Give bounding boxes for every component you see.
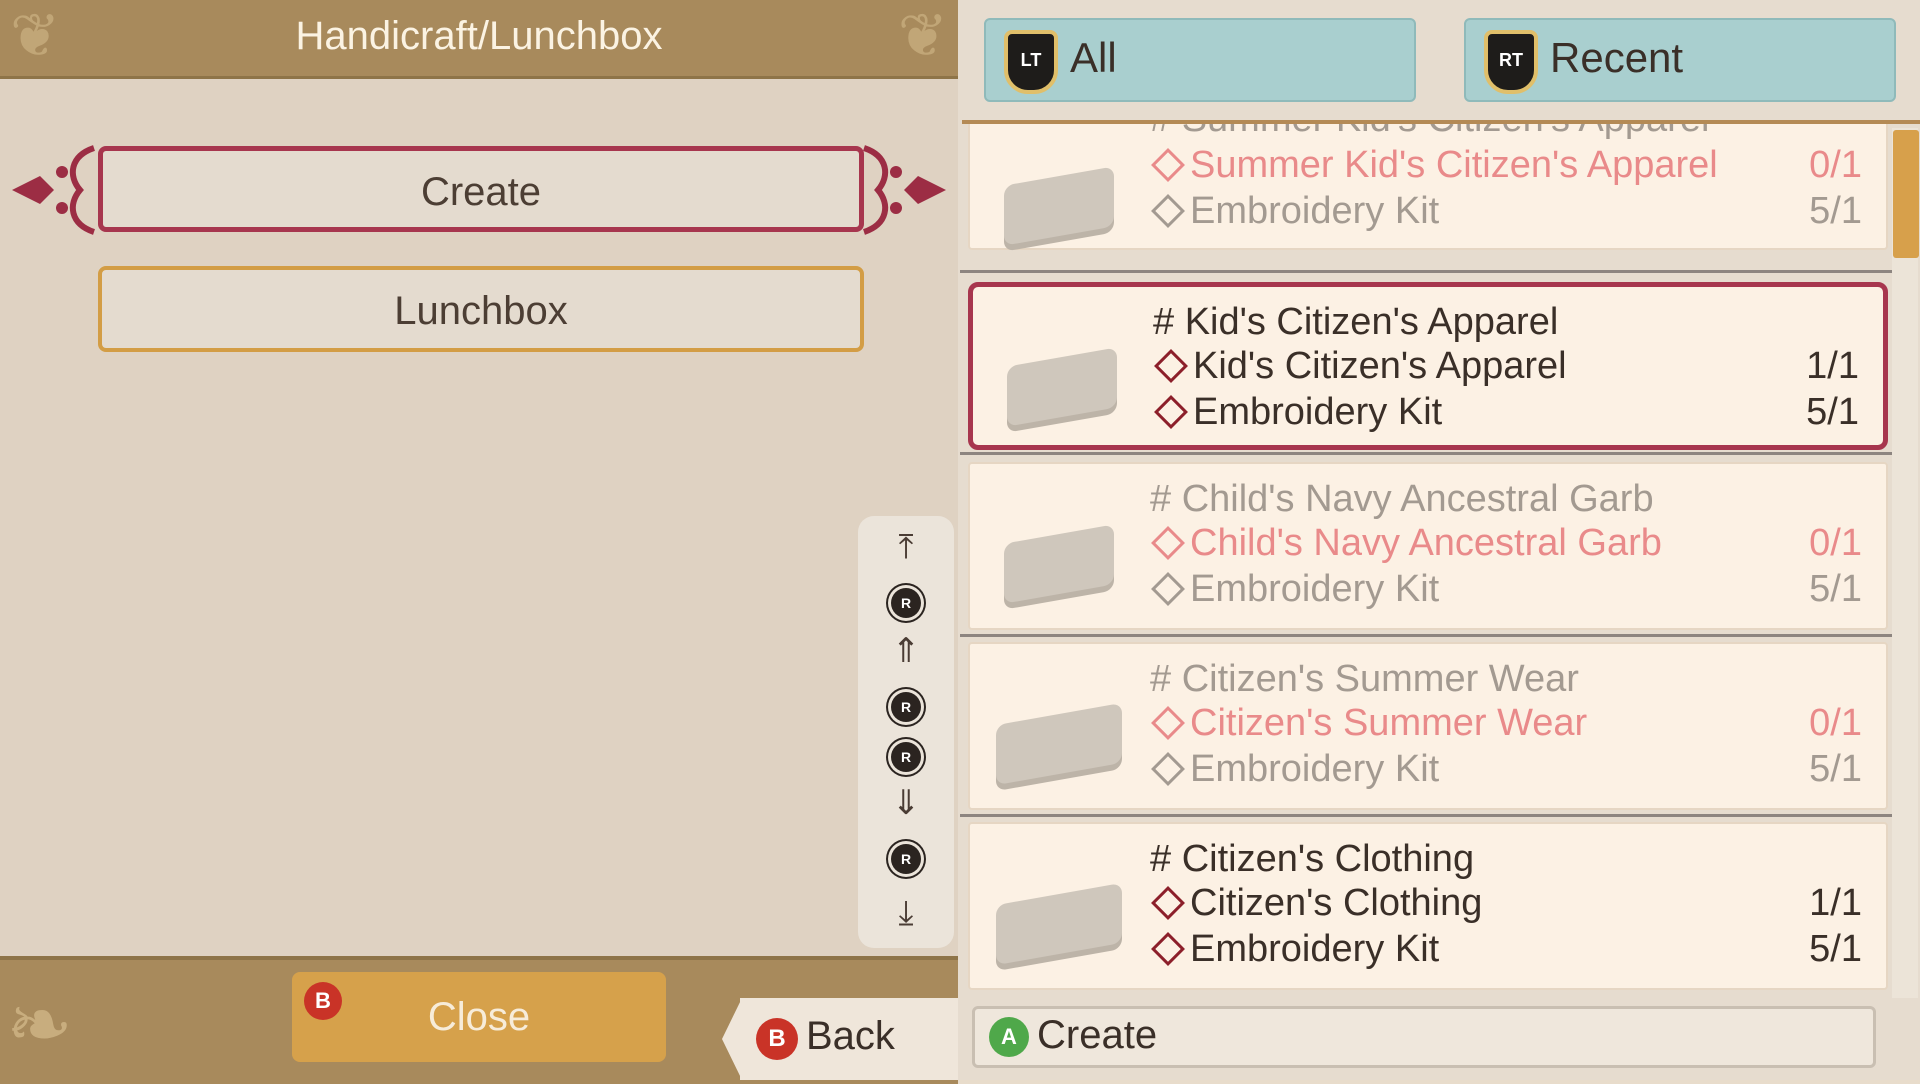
material-line: Kid's Citizen's Apparel: [1153, 345, 1567, 388]
recipe-list: # Summer Kid's Citizen's Apparel Summer …: [960, 124, 1892, 1000]
diamond-icon: [1154, 394, 1188, 429]
diamond-icon: [1154, 348, 1188, 383]
r-stick-up-icon: R: [858, 588, 954, 618]
recipe-item[interactable]: # Child's Navy Ancestral Garb Child's Na…: [968, 462, 1888, 630]
close-button[interactable]: B Close: [292, 972, 666, 1062]
title-bar: ❦ ❦ Handicraft/Lunchbox: [0, 0, 958, 79]
recipe-title: # Citizen's Clothing: [1150, 838, 1475, 880]
lunchbox-menu-button[interactable]: Lunchbox: [98, 266, 864, 352]
material-qty: 5/1: [1809, 748, 1862, 790]
recipe-item[interactable]: # Summer Kid's Citizen's Apparel Summer …: [968, 124, 1888, 250]
tab-label: All: [1070, 34, 1117, 81]
material-line: Citizen's Summer Wear: [1150, 702, 1587, 745]
back-label: Back: [806, 1014, 895, 1058]
recipe-title: # Summer Kid's Citizen's Apparel: [1150, 124, 1709, 141]
row-separator: [960, 270, 1892, 273]
item-thumbnail: [996, 702, 1122, 786]
material-qty: 5/1: [1809, 568, 1862, 610]
recipe-title: # Citizen's Summer Wear: [1150, 658, 1579, 700]
page-up-icon: ⇑: [891, 632, 921, 670]
diamond-icon: [1151, 147, 1185, 182]
item-thumbnail: [1007, 347, 1117, 427]
back-button[interactable]: B Back: [740, 998, 960, 1080]
flourish-left-icon: [12, 145, 96, 235]
material-qty: 5/1: [1809, 190, 1862, 232]
item-thumbnail: [1004, 166, 1114, 246]
scrollbar-thumb[interactable]: [1893, 130, 1919, 258]
material-line: Embroidery Kit: [1153, 391, 1442, 434]
close-label: Close: [427, 995, 531, 1039]
material-line: Embroidery Kit: [1150, 928, 1439, 971]
b-button-icon: B: [304, 982, 342, 1020]
recipe-item[interactable]: # Citizen's Clothing Citizen's Clothing …: [968, 822, 1888, 990]
tab-label: Recent: [1550, 34, 1684, 81]
recipe-item[interactable]: # Citizen's Summer Wear Citizen's Summer…: [968, 642, 1888, 810]
scroll-guide: ⤒ R ⇑ R R ⇓ R ⤓: [858, 516, 954, 948]
r-stick-right-icon: R: [858, 742, 954, 772]
row-separator: [960, 814, 1892, 817]
diamond-icon: [1151, 931, 1185, 966]
left-panel: ❦ ❦ Handicraft/Lunchbox Create Lunchbox …: [0, 0, 958, 1084]
diamond-icon: [1151, 885, 1185, 920]
diamond-icon: [1151, 571, 1185, 606]
material-qty: 1/1: [1809, 882, 1862, 924]
lt-button-icon: LT: [1004, 30, 1058, 94]
page-title: Handicraft/Lunchbox: [295, 14, 663, 58]
material-qty: 1/1: [1806, 345, 1859, 387]
material-line: Child's Navy Ancestral Garb: [1150, 522, 1662, 565]
item-thumbnail: [1004, 524, 1114, 604]
row-separator: [960, 634, 1892, 637]
b-button-icon: B: [756, 1018, 798, 1060]
r-stick-down-icon: R: [858, 844, 954, 874]
row-separator: [960, 452, 1892, 455]
ornament-bottom-icon: ❧: [6, 980, 74, 1069]
create-menu-button[interactable]: Create: [98, 146, 864, 232]
material-line: Embroidery Kit: [1150, 748, 1439, 791]
recipe-title: # Kid's Citizen's Apparel: [1153, 301, 1559, 343]
material-qty: 0/1: [1809, 144, 1862, 186]
r-stick-left-icon: R: [858, 692, 954, 722]
item-thumbnail: [996, 882, 1122, 966]
material-line: Summer Kid's Citizen's Apparel: [1150, 144, 1718, 187]
create-action-label: Create: [1037, 1013, 1158, 1057]
material-line: Citizen's Clothing: [1150, 882, 1482, 925]
material-line: Embroidery Kit: [1150, 190, 1439, 233]
scrollbar[interactable]: [1892, 128, 1918, 998]
back-tab-notch: [722, 998, 742, 1080]
material-qty: 5/1: [1806, 391, 1859, 433]
material-qty: 0/1: [1809, 522, 1862, 564]
create-action-button[interactable]: A Create: [972, 1006, 1876, 1068]
material-qty: 0/1: [1809, 702, 1862, 744]
flourish-right-icon: [862, 145, 946, 235]
recipe-item-selected[interactable]: # Kid's Citizen's Apparel Kid's Citizen'…: [968, 282, 1888, 450]
tab-recent[interactable]: RT Recent: [1464, 18, 1896, 102]
a-button-icon: A: [989, 1017, 1029, 1057]
material-qty: 5/1: [1809, 928, 1862, 970]
diamond-icon: [1151, 705, 1185, 740]
tab-all[interactable]: LT All: [984, 18, 1416, 102]
rt-button-icon: RT: [1484, 30, 1538, 94]
material-line: Embroidery Kit: [1150, 568, 1439, 611]
jump-bottom-icon: ⤓: [898, 894, 914, 932]
page-down-icon: ⇓: [891, 784, 921, 822]
recipe-title: # Child's Navy Ancestral Garb: [1150, 478, 1654, 520]
diamond-icon: [1151, 525, 1185, 560]
diamond-icon: [1151, 193, 1185, 228]
diamond-icon: [1151, 751, 1185, 786]
jump-top-icon: ⤒: [898, 528, 914, 566]
